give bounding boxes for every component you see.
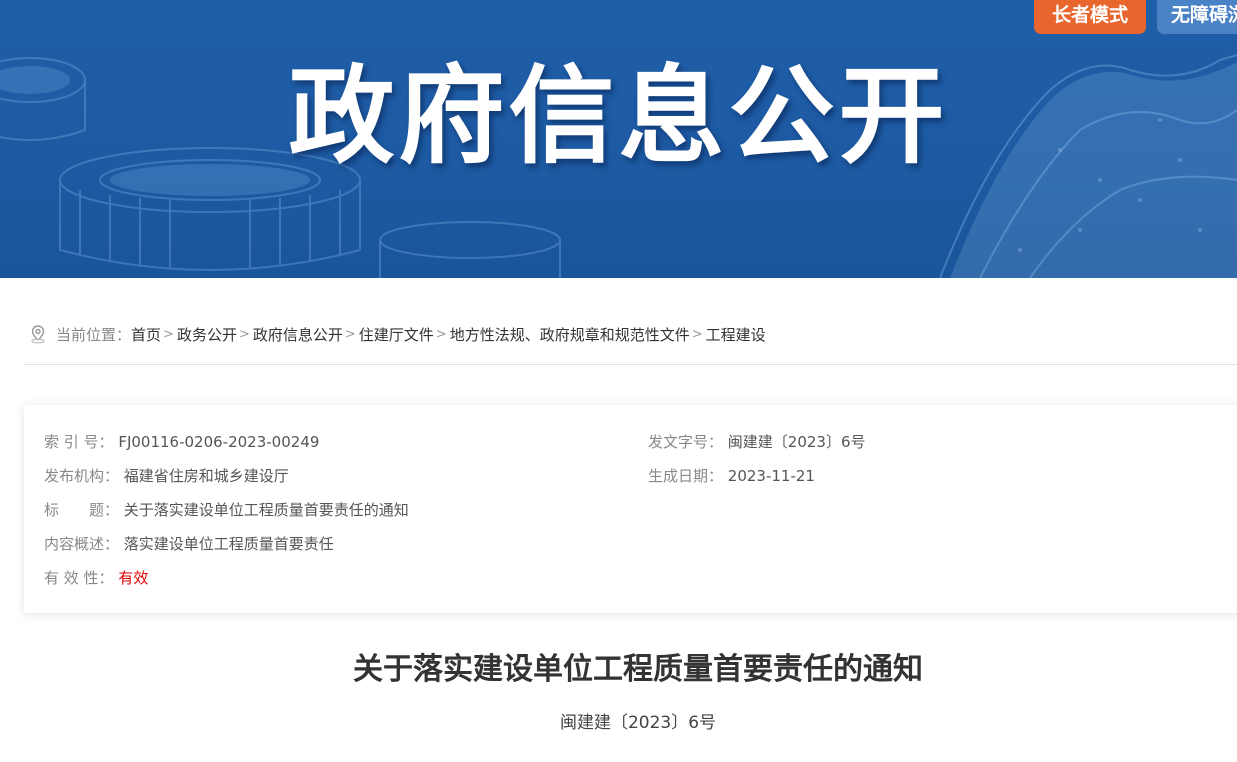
title-label: 标 题： [44,499,119,521]
publisher-label: 发布机构： [44,465,119,487]
date-label: 生成日期： [648,465,723,487]
breadcrumb-divider [24,364,1237,365]
article-doc-number: 闽建建〔2023〕6号 [0,710,1237,736]
breadcrumb-department-documents[interactable]: 住建厅文件 [359,324,434,345]
summary-label: 内容概述： [44,533,119,555]
validity-label: 有 效 性： [44,567,114,589]
info-row-index: 索 引 号： FJ00116-0206-2023-00249 [44,431,319,453]
breadcrumb-home[interactable]: 首页 [131,324,161,345]
breadcrumb: 当前位置： 首页 > 政务公开 > 政府信息公开 > 住建厅文件 > 地方性法规… [28,322,766,346]
validity-value: 有效 [118,569,148,587]
breadcrumb-separator: > [163,327,174,342]
article-title: 关于落实建设单位工程质量首要责任的通知 [0,648,1237,692]
publisher-value: 福建省住房和城乡建设厅 [124,467,289,485]
doc-number-value: 闽建建〔2023〕6号 [728,433,866,451]
breadcrumb-separator: > [436,327,447,342]
banner-title: 政府信息公开 [0,52,1237,182]
breadcrumb-government-affairs[interactable]: 政务公开 [177,324,237,345]
breadcrumb-prefix: 当前位置： [56,324,131,345]
elder-mode-button[interactable]: 长者模式 [1034,0,1146,34]
doc-number-label: 发文字号： [648,431,723,453]
breadcrumb-separator: > [239,327,250,342]
info-row-title: 标 题： 关于落实建设单位工程质量首要责任的通知 [44,499,409,521]
breadcrumb-info-disclosure[interactable]: 政府信息公开 [253,324,343,345]
accessibility-button[interactable]: 无障碍浏览 [1157,0,1237,34]
info-row-publisher: 发布机构： 福建省住房和城乡建设厅 [44,465,289,487]
location-icon [28,324,48,344]
info-row-date: 生成日期： 2023-11-21 [648,465,815,487]
date-value: 2023-11-21 [728,467,815,485]
breadcrumb-local-regulations[interactable]: 地方性法规、政府规章和规范性文件 [450,324,690,345]
index-label: 索 引 号： [44,431,114,453]
info-row-summary: 内容概述： 落实建设单位工程质量首要责任 [44,533,334,555]
title-value: 关于落实建设单位工程质量首要责任的通知 [124,501,409,519]
summary-value: 落实建设单位工程质量首要责任 [124,535,334,553]
breadcrumb-separator: > [345,327,356,342]
breadcrumb-separator: > [692,327,703,342]
index-value: FJ00116-0206-2023-00249 [118,433,319,451]
breadcrumb-engineering-construction[interactable]: 工程建设 [706,324,766,345]
document-info-card: 索 引 号： FJ00116-0206-2023-00249 发文字号： 闽建建… [24,405,1237,613]
header-banner: 政府信息公开 [0,0,1237,278]
info-row-validity: 有 效 性： 有效 [44,567,148,589]
info-row-doc-number: 发文字号： 闽建建〔2023〕6号 [648,431,866,453]
